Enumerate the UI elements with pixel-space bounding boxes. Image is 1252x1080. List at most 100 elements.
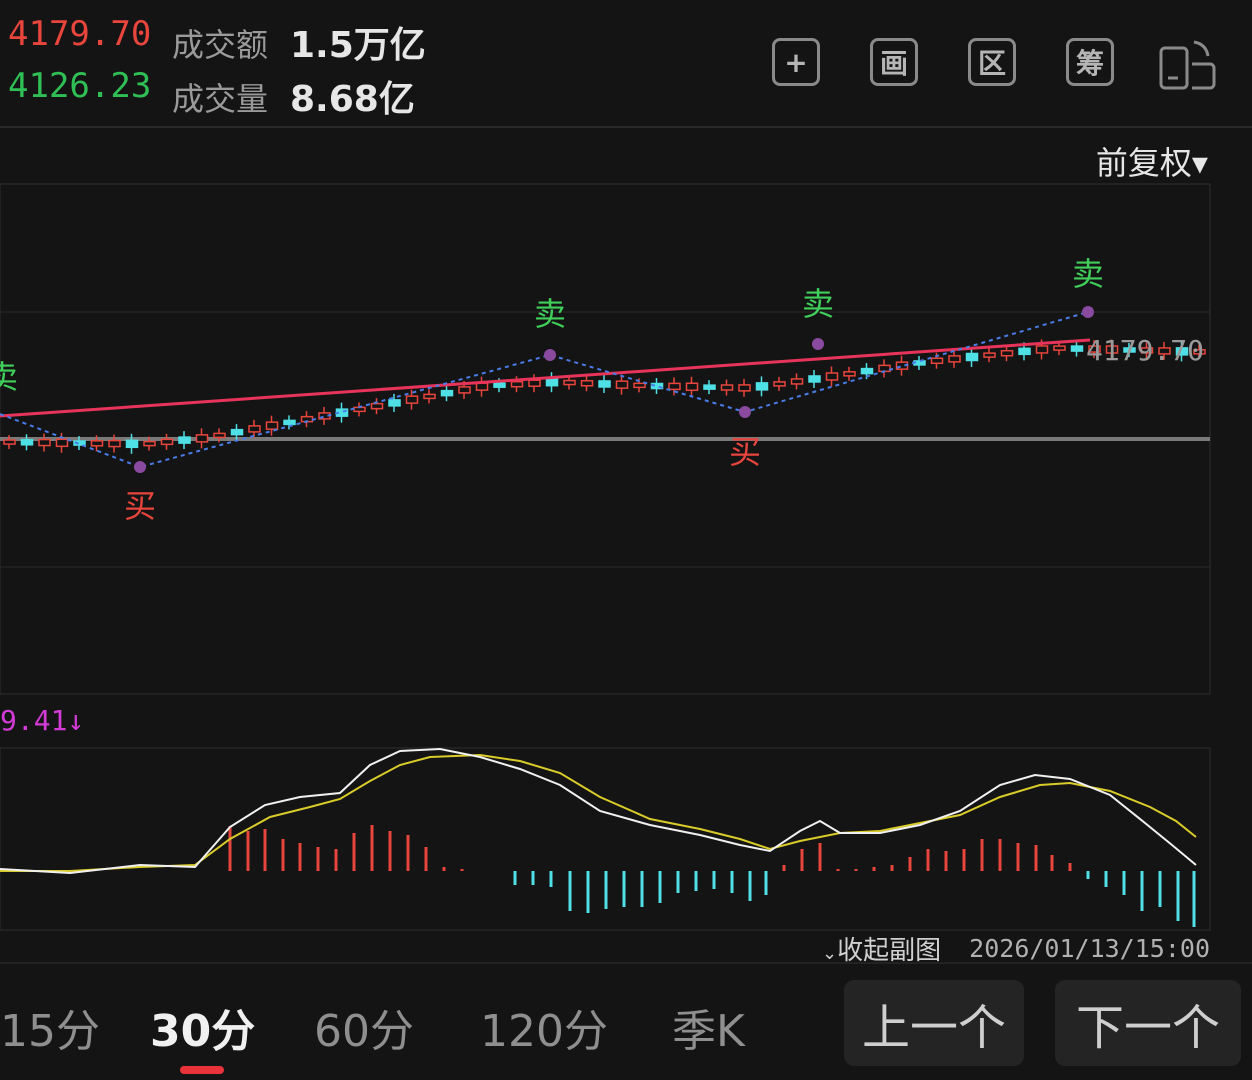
sell-signal: 卖 [534, 295, 566, 333]
buy-signal: 买 [729, 433, 761, 471]
candle [440, 389, 454, 397]
candle [668, 382, 681, 391]
next-button[interactable]: 下一个 [1055, 980, 1241, 1066]
tab-120min[interactable]: 120分 [480, 995, 608, 1059]
candle [90, 440, 104, 447]
draw-icon: 画 [879, 47, 908, 80]
candle [178, 436, 191, 444]
macd-chart[interactable] [0, 745, 1252, 935]
candle [213, 432, 226, 439]
chip-icon: 筹 [1075, 47, 1104, 80]
timestamp: 2026/01/13/15:00 [969, 934, 1210, 963]
low-price: 4126.23 [8, 66, 152, 106]
candle [493, 382, 506, 388]
pivot-dot [812, 338, 824, 350]
candle [1000, 349, 1014, 357]
rotate-screen-icon [1159, 40, 1216, 90]
candle [860, 367, 874, 375]
candle [195, 434, 209, 443]
high-price: 4179.70 [8, 14, 152, 54]
candle [703, 384, 716, 390]
candle [598, 380, 611, 388]
candle [930, 357, 944, 365]
range-button[interactable]: 区 [968, 38, 1016, 86]
pivot-dot [1082, 306, 1094, 318]
candle [160, 438, 174, 446]
add-indicator-button[interactable]: + [772, 38, 820, 86]
draw-button[interactable]: 画 [870, 38, 918, 86]
candles [3, 339, 1206, 454]
kline-chart[interactable]: 卖 买 卖 买 卖 卖 4179.70 [0, 180, 1252, 700]
prev-button[interactable]: 上一个 [844, 980, 1024, 1066]
tab-quarter-k[interactable]: 季K [672, 995, 745, 1059]
tab-60min[interactable]: 60分 [314, 995, 414, 1059]
footer-divider [0, 962, 1252, 964]
last-price-label: 4179.70 [1086, 334, 1204, 367]
header-divider [0, 126, 1252, 128]
candle [1053, 345, 1066, 351]
chevron-down-icon: ⌄ [822, 943, 838, 964]
tab-30min[interactable]: 30分 [150, 995, 255, 1059]
candle [283, 419, 296, 426]
sell-signal: 卖 [0, 358, 18, 396]
candle [738, 384, 751, 392]
volume-label: 成交量 [172, 80, 269, 118]
candle [808, 375, 821, 383]
pivot-dot [134, 461, 146, 473]
candle [55, 438, 69, 448]
active-tab-indicator [180, 1066, 224, 1074]
candle [108, 439, 121, 448]
plus-icon: + [784, 45, 808, 79]
turnover-label: 成交额 [172, 26, 269, 64]
buy-signal: 买 [124, 487, 156, 525]
turnover-value: 1.5万亿 [290, 25, 426, 66]
candle [510, 380, 524, 388]
candle [685, 382, 699, 392]
candle [843, 371, 856, 377]
candle [983, 352, 996, 358]
candle [773, 381, 786, 387]
candle [248, 425, 261, 433]
candle [475, 382, 489, 391]
adjust-dropdown[interactable]: 前复权▾ [1096, 138, 1208, 184]
candle [230, 428, 244, 436]
candle [143, 440, 156, 447]
candle [370, 402, 384, 410]
macd-histogram [228, 825, 1196, 927]
candle [265, 421, 279, 430]
pivot-dot [544, 349, 556, 361]
candle [1070, 345, 1084, 352]
volume-value: 8.68亿 [290, 79, 415, 120]
candle [790, 378, 804, 385]
chip-button[interactable]: 筹 [1066, 38, 1114, 86]
candle [38, 438, 51, 447]
candle [423, 393, 436, 400]
candle [948, 355, 961, 363]
candle [580, 380, 594, 387]
candle [3, 439, 16, 445]
candle [1018, 347, 1031, 356]
pivot-dot [739, 406, 751, 418]
candle [545, 377, 559, 387]
tab-15min[interactable]: 15分 [0, 995, 100, 1059]
candle [125, 439, 139, 449]
candle [755, 382, 769, 391]
range-icon: 区 [977, 47, 1006, 80]
candle [20, 439, 34, 446]
candle [825, 372, 839, 381]
candle [458, 386, 471, 394]
macd-value: 9.41↓ [0, 704, 85, 737]
candle [405, 395, 419, 404]
candle [1035, 345, 1049, 354]
candle [615, 380, 629, 389]
candle [388, 399, 401, 407]
candle [528, 379, 541, 387]
candle [965, 352, 979, 362]
trend-line [0, 338, 1091, 418]
rotate-screen-button[interactable] [1158, 38, 1218, 92]
candle [563, 379, 576, 386]
candle [720, 384, 734, 391]
candle [633, 382, 646, 389]
sell-signal: 卖 [802, 285, 834, 323]
sell-signal: 卖 [1072, 255, 1104, 293]
